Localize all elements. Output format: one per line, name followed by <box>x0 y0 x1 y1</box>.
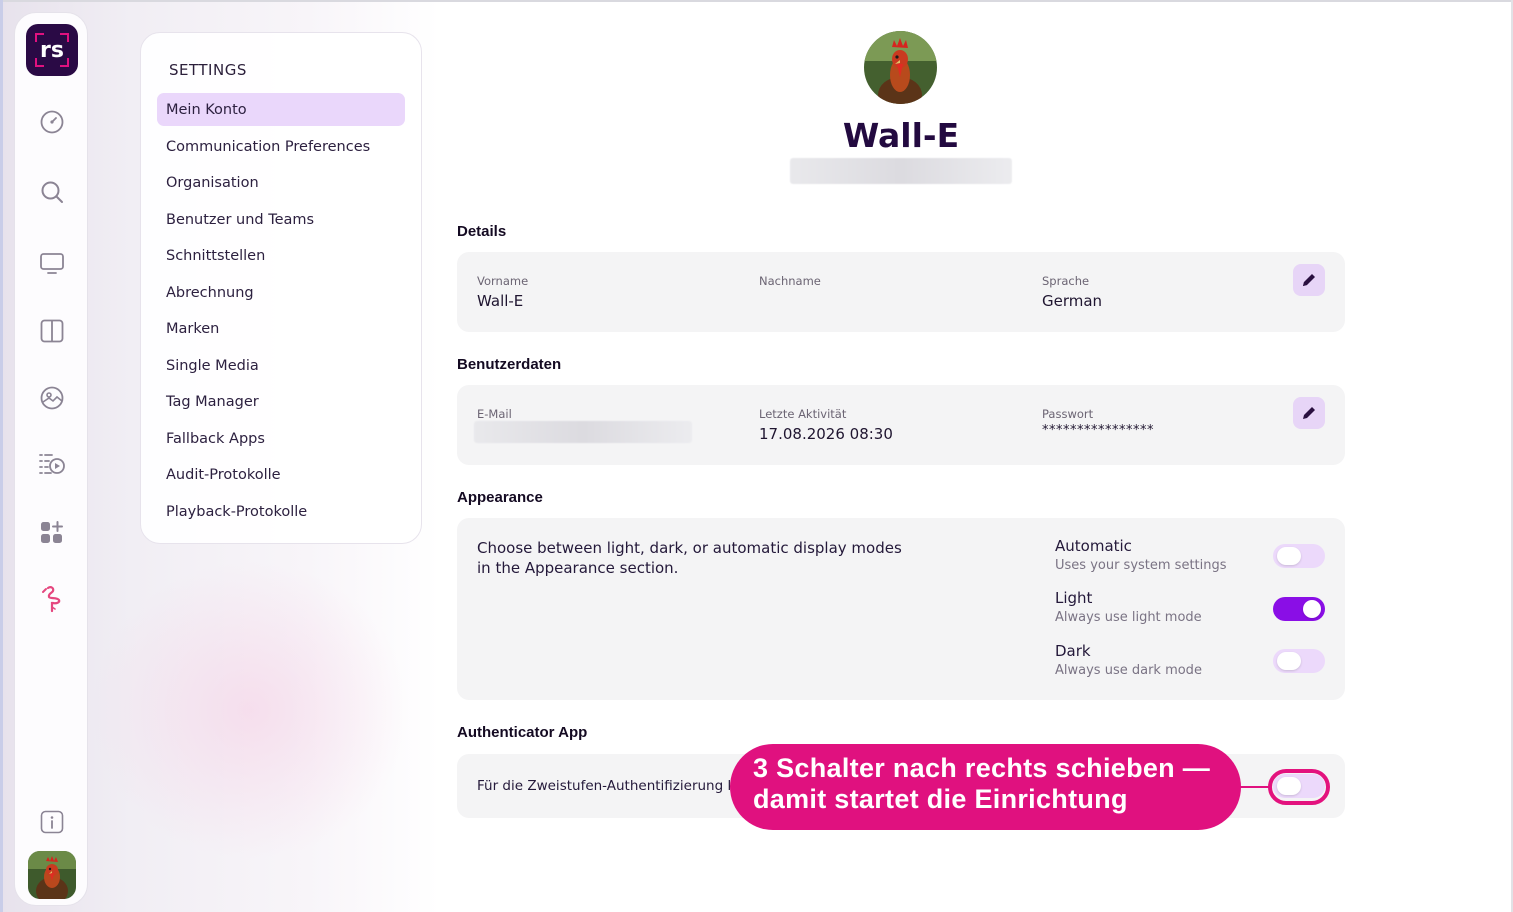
appearance-automatic-title: Automatic <box>1055 537 1132 555</box>
email-label: E-Mail <box>477 407 512 421</box>
nav-item-marken[interactable]: Marken <box>157 312 405 345</box>
authenticator-description: Für die Zweistufen-Authentifizierung ka <box>477 778 744 794</box>
profile-name: Wall-E <box>842 116 960 155</box>
appearance-light-subtitle: Always use light mode <box>1055 610 1202 625</box>
nav-item-fallback-apps[interactable]: Fallback Apps <box>157 422 405 455</box>
callout-line1: 3 Schalter nach rechts schieben — <box>753 753 1211 783</box>
nav-item-organisation[interactable]: Organisation <box>157 166 405 199</box>
window-top-border <box>0 0 1513 2</box>
apps-add-icon[interactable] <box>37 517 67 547</box>
last-activity-value: 17.08.2026 08:30 <box>759 425 893 443</box>
screen-icon[interactable] <box>37 248 67 278</box>
automatic-mode-toggle[interactable] <box>1273 544 1325 568</box>
nav-item-mein-konto[interactable]: Mein Konto <box>157 93 405 126</box>
pencil-icon <box>1303 407 1315 419</box>
window-left-border <box>0 0 3 912</box>
user-data-card: E-Mail Letzte Aktivität 17.08.2026 08:30… <box>457 385 1345 465</box>
app-logo[interactable]: rs <box>26 24 78 76</box>
dark-mode-toggle[interactable] <box>1273 649 1325 673</box>
nav-item-playback-protokolle[interactable]: Playback-Protokolle <box>157 495 405 528</box>
password-value: **************** <box>1042 423 1154 438</box>
appearance-light-title: Light <box>1055 589 1093 607</box>
nav-item-communication-preferences[interactable]: Communication Preferences <box>157 130 405 163</box>
pencil-icon <box>1303 274 1315 286</box>
appearance-card: Choose between light, dark, or automatic… <box>457 518 1345 700</box>
appearance-description-line2: in the Appearance section. <box>477 559 679 577</box>
appearance-automatic-subtitle: Uses your system settings <box>1055 558 1227 573</box>
appearance-section-title: Appearance <box>457 489 543 506</box>
light-mode-toggle[interactable] <box>1273 597 1325 621</box>
language-label: Sprache <box>1042 274 1090 288</box>
appearance-description-line1: Choose between light, dark, or automatic… <box>477 539 902 557</box>
profile-email-redacted <box>790 158 1012 184</box>
info-icon[interactable] <box>37 807 67 837</box>
callout-connector <box>1238 786 1270 788</box>
edit-user-data-button[interactable] <box>1293 397 1325 429</box>
first-name-value: Wall-E <box>477 292 524 310</box>
background-glow <box>90 560 410 860</box>
toggle-highlight-ring <box>1268 769 1330 805</box>
dashboard-icon[interactable] <box>37 107 67 137</box>
first-name-label: Vorname <box>477 274 529 288</box>
callout-line2: damit startet die Einrichtung <box>753 784 1128 814</box>
tutorial-callout: 3 Schalter nach rechts schieben — damit … <box>730 744 1241 830</box>
details-section-title: Details <box>457 223 507 240</box>
language-value: German <box>1042 292 1103 310</box>
user-data-section-title: Benutzerdaten <box>457 356 562 373</box>
search-icon[interactable] <box>37 177 67 207</box>
details-card: Vorname Wall-E Nachname Sprache German <box>457 252 1345 332</box>
authenticator-section-title: Authenticator App <box>457 724 588 741</box>
password-label: Passwort <box>1042 407 1094 421</box>
edit-details-button[interactable] <box>1293 264 1325 296</box>
layout-icon[interactable] <box>37 316 67 346</box>
last-activity-label: Letzte Aktivität <box>759 407 847 421</box>
media-icon[interactable] <box>37 383 67 413</box>
last-name-label: Nachname <box>759 274 821 288</box>
appearance-dark-subtitle: Always use dark mode <box>1055 663 1202 678</box>
nav-item-benutzer-und-teams[interactable]: Benutzer und Teams <box>157 203 405 236</box>
flamingo-icon[interactable] <box>37 584 67 614</box>
nav-item-single-media[interactable]: Single Media <box>157 349 405 382</box>
appearance-dark-title: Dark <box>1055 642 1091 660</box>
settings-nav: SETTINGS Mein Konto Communication Prefer… <box>140 32 422 544</box>
profile-avatar[interactable] <box>864 31 937 104</box>
nav-item-audit-protokolle[interactable]: Audit-Protokolle <box>157 458 405 491</box>
nav-item-abrechnung[interactable]: Abrechnung <box>157 276 405 309</box>
nav-item-tag-manager[interactable]: Tag Manager <box>157 385 405 418</box>
nav-item-schnittstellen[interactable]: Schnittstellen <box>157 239 405 272</box>
icon-rail: rs <box>14 12 88 906</box>
user-avatar[interactable] <box>28 851 76 899</box>
email-value-redacted <box>474 421 692 443</box>
settings-nav-title: SETTINGS <box>169 61 247 79</box>
playlist-icon[interactable] <box>37 449 67 479</box>
